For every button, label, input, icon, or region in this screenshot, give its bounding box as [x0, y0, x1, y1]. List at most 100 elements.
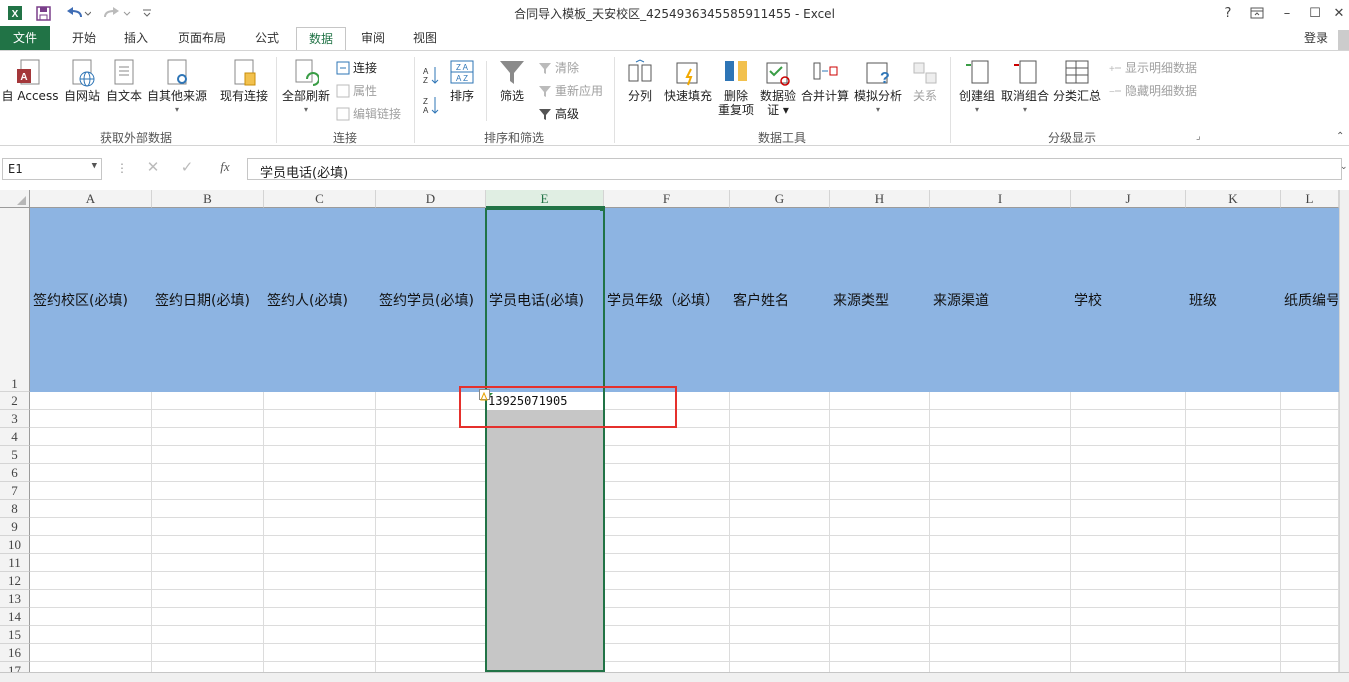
header-cell[interactable]: 签约校区(必填)	[30, 208, 152, 391]
properties-button[interactable]: 属性	[336, 82, 377, 99]
reapply-button[interactable]: 重新应用	[538, 82, 603, 99]
row-header[interactable]: 16	[0, 644, 30, 662]
tab-file[interactable]: 文件	[0, 26, 50, 51]
dialog-launcher-icon[interactable]: ⌟	[1196, 131, 1201, 142]
header-cell[interactable]: 签约学员(必填)	[376, 208, 486, 391]
from-other-sources-button[interactable]: 自其他来源 ▾	[146, 59, 208, 117]
minimize-button[interactable]: –	[1278, 4, 1296, 22]
advanced-filter-button[interactable]: 高级	[538, 105, 579, 122]
row-header[interactable]: 9	[0, 518, 30, 536]
what-if-analysis-button[interactable]: ? 模拟分析 ▾	[852, 59, 904, 117]
insert-function-icon[interactable]: fx	[214, 159, 236, 175]
column-header[interactable]: L	[1281, 190, 1339, 208]
row-header[interactable]: 13	[0, 590, 30, 608]
maximize-button[interactable]: ☐	[1306, 4, 1324, 22]
header-cell[interactable]: 来源类型	[830, 208, 930, 391]
sheet-tabs-bar[interactable]	[0, 672, 1349, 682]
flash-fill-button[interactable]: 快速填充	[662, 59, 714, 103]
cancel-entry-icon[interactable]: ✕	[144, 158, 162, 176]
column-header[interactable]: F	[604, 190, 730, 208]
header-cell[interactable]: 纸质编号	[1281, 208, 1339, 391]
row-header[interactable]: 14	[0, 608, 30, 626]
column-header[interactable]: J	[1071, 190, 1186, 208]
collapse-ribbon-icon[interactable]: ⌃	[1336, 131, 1344, 142]
show-detail-button[interactable]: + 显示明细数据	[1108, 59, 1197, 76]
worksheet-grid[interactable]: A B C D E F G H I J K L 签约校区(必填) 签约日期(必填…	[0, 190, 1349, 672]
row-header[interactable]: 5	[0, 446, 30, 464]
name-box[interactable]: E1 ▼	[2, 158, 102, 180]
tab-formulas[interactable]: 公式	[246, 27, 288, 51]
row-header[interactable]: 4	[0, 428, 30, 446]
tab-review[interactable]: 审阅	[352, 27, 394, 51]
tab-insert[interactable]: 插入	[114, 27, 158, 51]
row-header[interactable]: 3	[0, 410, 30, 428]
header-cell[interactable]: 班级	[1186, 208, 1281, 391]
expand-formula-bar-icon[interactable]: ⌄	[1340, 162, 1348, 172]
subtotal-button[interactable]: 分类汇总	[1050, 59, 1104, 103]
row-header[interactable]: 2	[0, 392, 30, 410]
header-cell[interactable]: 签约人(必填)	[264, 208, 376, 391]
column-header-selected[interactable]: E	[486, 190, 604, 208]
row-header[interactable]: 8	[0, 500, 30, 518]
help-button[interactable]: ?	[1220, 4, 1236, 22]
header-cell-selected[interactable]: 学员电话(必填)	[486, 208, 604, 391]
confirm-entry-icon[interactable]: ✓	[178, 158, 196, 176]
from-access-button[interactable]: A 自 Access	[0, 59, 60, 103]
column-header[interactable]: I	[930, 190, 1071, 208]
sort-ascending-button[interactable]: AZ	[422, 65, 440, 85]
row-header[interactable]: 10	[0, 536, 30, 554]
header-cell[interactable]: 客户姓名	[730, 208, 830, 391]
filter-button[interactable]: 筛选	[494, 59, 530, 103]
tab-view[interactable]: 视图	[404, 27, 446, 51]
row-header[interactable]: 1	[0, 208, 30, 392]
column-header[interactable]: H	[830, 190, 930, 208]
row-header[interactable]: 17	[0, 662, 30, 672]
refresh-all-button[interactable]: 全部刷新 ▾	[280, 59, 332, 117]
from-text-button[interactable]: 自文本	[104, 59, 144, 103]
row-header[interactable]: 11	[0, 554, 30, 572]
sort-button[interactable]: Z A A Z 排序	[444, 59, 480, 103]
sort-descending-button[interactable]: ZA	[422, 95, 440, 115]
select-all-corner[interactable]	[0, 190, 30, 208]
existing-connections-button[interactable]: 现有连接	[218, 59, 270, 103]
edit-links-button[interactable]: 编辑链接	[336, 105, 401, 122]
header-cell[interactable]: 来源渠道	[930, 208, 1071, 391]
column-header[interactable]: G	[730, 190, 830, 208]
formula-input[interactable]: 学员电话(必填)	[247, 158, 1342, 181]
relationships-button[interactable]: 关系	[904, 59, 946, 103]
row-header[interactable]: 6	[0, 464, 30, 482]
connections-button[interactable]: 连接	[336, 59, 377, 76]
sign-in-link[interactable]: 登录	[1296, 27, 1336, 51]
column-header[interactable]: A	[30, 190, 152, 208]
remove-duplicates-button[interactable]: 删除 重复项	[716, 59, 756, 117]
column-header[interactable]: C	[264, 190, 376, 208]
ribbon-display-options-button[interactable]	[1248, 4, 1266, 22]
fill-handle[interactable]	[600, 206, 605, 211]
header-cell[interactable]: 学校	[1071, 208, 1186, 391]
from-web-button[interactable]: 自网站	[62, 59, 102, 103]
close-button[interactable]: ✕	[1330, 4, 1348, 22]
ungroup-button[interactable]: 取消组合 ▾	[1000, 59, 1050, 117]
tab-data[interactable]: 数据	[296, 27, 346, 51]
clear-filter-button[interactable]: 清除	[538, 59, 579, 76]
text-to-columns-button[interactable]: 分列	[620, 59, 660, 103]
data-validation-button[interactable]: 数据验 证 ▾	[758, 59, 798, 117]
header-cell[interactable]: 签约日期(必填)	[152, 208, 264, 391]
vertical-scrollbar[interactable]	[1339, 190, 1349, 672]
other-sources-icon	[164, 59, 190, 87]
column-header[interactable]: D	[376, 190, 486, 208]
tab-home[interactable]: 开始	[62, 27, 106, 51]
row-header[interactable]: 12	[0, 572, 30, 590]
row-header[interactable]: 7	[0, 482, 30, 500]
column-header[interactable]: B	[152, 190, 264, 208]
avatar[interactable]	[1338, 30, 1349, 50]
chevron-down-icon[interactable]: ▼	[92, 161, 97, 171]
tab-page-layout[interactable]: 页面布局	[166, 27, 238, 51]
column-header[interactable]: K	[1186, 190, 1281, 208]
error-check-button[interactable]	[479, 389, 490, 401]
row-header[interactable]: 15	[0, 626, 30, 644]
hide-detail-button[interactable]: − 隐藏明细数据	[1108, 82, 1197, 99]
consolidate-button[interactable]: 合并计算	[800, 59, 850, 103]
group-button[interactable]: 创建组 ▾	[954, 59, 1000, 117]
header-cell[interactable]: 学员年级（必填）	[604, 208, 730, 391]
